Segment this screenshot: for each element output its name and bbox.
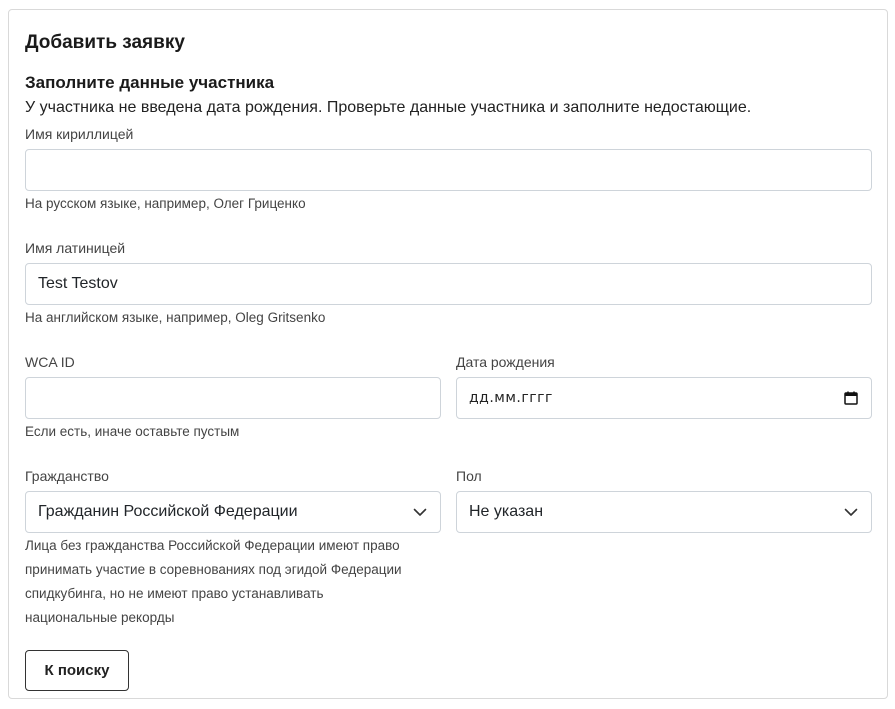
chevron-down-icon [412,504,428,520]
chevron-down-icon [843,504,859,520]
back-to-search-button[interactable]: К поиску [25,650,129,691]
citizenship-hint: Лица без гражданства Российской Федераци… [25,534,425,630]
birth-date-label: Дата рождения [456,354,555,370]
birth-date-placeholder: дд.мм.гггг [469,390,553,406]
missing-data-notice: У участника не введена дата рождения. Пр… [25,99,752,116]
page-title: Добавить заявку [25,32,185,53]
citizenship-hint-line: спидкубинга, но не имеют право устанавли… [25,586,324,601]
section-subtitle: Заполните данные участника [25,73,275,92]
wca-id-hint: Если есть, иначе оставьте пустым [25,424,240,439]
name-latin-label: Имя латиницей [25,240,126,256]
wca-id-label: WCA ID [25,354,75,370]
birth-date-input[interactable]: дд.мм.гггг [456,377,872,419]
name-latin-hint: На английском языке, например, Oleg Grit… [25,310,326,325]
name-cyrillic-label: Имя кириллицей [25,126,134,142]
add-application-card: Добавить заявку Заполните данные участни… [8,9,888,699]
citizenship-label: Гражданство [25,468,109,484]
citizenship-hint-line: национальные рекорды [25,610,175,625]
wca-id-input[interactable] [25,377,441,419]
citizenship-hint-line: Лица без гражданства Российской Федераци… [25,538,400,553]
citizenship-selected: Гражданин Российской Федерации [38,503,298,520]
name-cyrillic-input[interactable] [25,149,872,191]
name-latin-value: Test Testov [38,275,118,292]
name-latin-input[interactable]: Test Testov [25,263,872,305]
citizenship-hint-line: принимать участие в соревнованиях под эг… [25,562,402,577]
calendar-icon[interactable] [843,390,859,406]
citizenship-select[interactable]: Гражданин Российской Федерации [25,491,441,533]
gender-selected: Не указан [469,503,544,520]
gender-label: Пол [456,468,482,484]
gender-select[interactable]: Не указан [456,491,872,533]
name-cyrillic-hint: На русском языке, например, Олег Гриценк… [25,196,306,211]
